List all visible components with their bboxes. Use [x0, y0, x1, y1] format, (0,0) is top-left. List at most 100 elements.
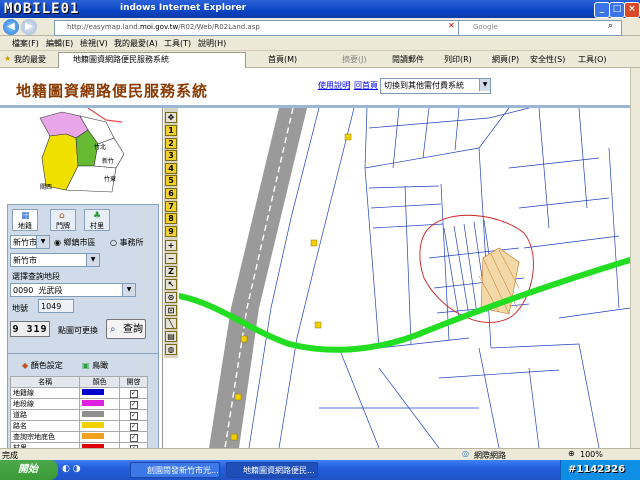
- layer-visible-checkbox[interactable]: ✓: [119, 409, 148, 421]
- layer-color-table: 名稱 顏色 開啓 地籍線✓地段線✓道路✓路名✓查詢宗地底色✓村里✓: [9, 376, 148, 449]
- search-icon: ⌕: [110, 324, 116, 335]
- map-tool-1[interactable]: 1: [165, 125, 177, 136]
- layer-row: 地段線 ✓: [9, 398, 148, 410]
- line-icon[interactable]: ╲: [165, 318, 177, 329]
- start-button[interactable]: 開始: [0, 460, 58, 480]
- home-button[interactable]: 首頁(M): [268, 54, 297, 65]
- zoom-out-icon[interactable]: −: [165, 253, 177, 264]
- address-input[interactable]: http://easymap.land.moi.gov.tw/R02/Web/R…: [54, 20, 462, 36]
- layer-visible-checkbox[interactable]: ✓: [119, 398, 148, 410]
- forward-icon[interactable]: ▶: [21, 19, 37, 35]
- close-button[interactable]: ×: [624, 2, 640, 18]
- minimap-label: 關西: [40, 184, 53, 191]
- select-icon[interactable]: ↖: [165, 279, 177, 290]
- column-header: 顏色: [79, 376, 120, 388]
- layer-row: 地籍線 ✓: [9, 387, 148, 399]
- pan-icon[interactable]: ✥: [165, 112, 177, 123]
- menu-edit[interactable]: 編輯(E): [46, 38, 73, 49]
- menu-tools[interactable]: 工具(T): [164, 38, 191, 49]
- map-tool-7[interactable]: 7: [165, 200, 177, 212]
- captcha-refresh-hint: 點圖可更換: [58, 326, 98, 335]
- feeds-button[interactable]: 摘要(J): [342, 54, 367, 65]
- taskbar-item[interactable]: 創園閱發新竹市光...: [130, 462, 220, 478]
- layer-visible-checkbox[interactable]: ✓: [119, 431, 148, 443]
- county-select[interactable]: 新竹市 ▼: [10, 235, 50, 249]
- browser-tab[interactable]: 地籍圖資網路便民服務系統: [58, 52, 246, 68]
- map-tool-9[interactable]: 9: [165, 225, 177, 237]
- overview-minimap[interactable]: 竹北 新竹 竹東 關西: [36, 107, 128, 200]
- map-tool-2[interactable]: 2: [165, 137, 177, 149]
- column-header: 名稱: [9, 376, 81, 388]
- menu-bar: 檔案(F) 編輯(E) 檢視(V) 我的最愛(A) 工具(T) 說明(H): [0, 36, 640, 51]
- page-menu-button[interactable]: 網頁(P): [492, 54, 519, 65]
- maximize-button[interactable]: □: [609, 2, 625, 18]
- zoom-box-icon[interactable]: Z: [165, 266, 177, 277]
- menu-favorites[interactable]: 我的最愛(A): [114, 38, 158, 49]
- paid-system-select[interactable]: 切換到其他需付費系統 ▼: [380, 78, 491, 94]
- layer-visible-checkbox[interactable]: ✓: [119, 387, 148, 399]
- house-icon: ⌂: [59, 211, 65, 221]
- layer-row: 路名 ✓: [9, 420, 148, 432]
- tab-cadastral[interactable]: ▦ 地籍: [12, 209, 38, 231]
- print-button[interactable]: 列印(R): [444, 54, 472, 65]
- menu-file[interactable]: 檔案(F): [12, 38, 39, 49]
- measure-icon[interactable]: ⊙: [165, 292, 177, 303]
- ruler-icon[interactable]: ⊡: [165, 305, 177, 316]
- favorites-button[interactable]: 我的最愛: [14, 54, 46, 65]
- menu-help[interactable]: 說明(H): [198, 38, 226, 49]
- captcha-image[interactable]: 9 319: [10, 321, 50, 337]
- mail-button[interactable]: 閱讀郵件: [392, 54, 424, 65]
- lot-number-input[interactable]: 1049: [38, 299, 74, 313]
- zoom-icon[interactable]: ⊕: [568, 449, 575, 458]
- tab-doorplate[interactable]: ⌂ 門牌: [50, 209, 76, 231]
- minimap-label: 新竹: [102, 158, 115, 165]
- map-toolbar: ✥ 123456789 + − Z ↖ ⊙ ⊡ ╲ ▤ ◍: [164, 108, 178, 358]
- refresh-icon[interactable]: ✕: [448, 21, 456, 33]
- cadastral-map[interactable]: [179, 108, 630, 448]
- minimap-label: 竹東: [104, 176, 117, 183]
- favorites-star-icon[interactable]: ★: [4, 54, 11, 63]
- taskbar-item-active[interactable]: 地籍圖資網路便民...: [226, 462, 318, 478]
- left-panel: 竹北 新竹 竹東 關西 ▦ 地籍 ⌂ 門牌 ♣ 村里 新竹市 ▼ ◉ 鄉鎮市區 ○…: [0, 107, 163, 450]
- map-tool-4[interactable]: 4: [165, 162, 177, 174]
- tools-menu-button[interactable]: 工具(O): [578, 54, 607, 65]
- map-tool-6[interactable]: 6: [165, 188, 177, 199]
- quick-launch-icon[interactable]: ◐ ◑: [62, 464, 81, 474]
- layer-name: 道路: [9, 409, 81, 421]
- query-button[interactable]: ⌕ 查詢: [106, 319, 146, 339]
- minimize-button[interactable]: _: [594, 2, 610, 18]
- zoom-level[interactable]: 100%: [580, 450, 603, 459]
- tab-color-settings[interactable]: ◆ 顏色設定: [22, 360, 63, 371]
- map-tool-8[interactable]: 8: [165, 213, 177, 225]
- lot-label: 地號: [12, 304, 28, 313]
- vertical-scrollbar[interactable]: [630, 68, 640, 448]
- map-tool-3[interactable]: 3: [165, 150, 177, 162]
- chevron-down-icon[interactable]: ▼: [479, 79, 490, 91]
- map-tool-5[interactable]: 5: [165, 175, 177, 187]
- aerial-icon: ▣: [82, 361, 90, 370]
- zoom-in-icon[interactable]: +: [165, 240, 177, 251]
- layer-color-swatch[interactable]: [79, 409, 120, 421]
- tab-village[interactable]: ♣ 村里: [84, 209, 110, 231]
- print-map-icon[interactable]: ▤: [165, 331, 177, 342]
- search-input[interactable]: Google: [458, 20, 622, 36]
- layer-color-swatch[interactable]: [79, 398, 120, 410]
- back-icon[interactable]: ◀: [3, 19, 19, 35]
- menu-view[interactable]: 檢視(V): [80, 38, 108, 49]
- layer-color-swatch[interactable]: [79, 420, 120, 432]
- layer-visible-checkbox[interactable]: ✓: [119, 420, 148, 432]
- globe-icon[interactable]: ◍: [165, 344, 177, 355]
- layer-color-swatch[interactable]: [79, 387, 120, 399]
- home-link[interactable]: 回首頁: [354, 80, 378, 91]
- search-icon[interactable]: ⌕: [608, 21, 613, 31]
- safety-menu-button[interactable]: 安全性(S): [530, 54, 565, 65]
- status-bar: 完成 ◎ 網際網路 ⊕ 100%: [0, 448, 640, 460]
- radio-township[interactable]: ◉ 鄉鎮市區: [54, 237, 96, 248]
- help-link[interactable]: 使用說明: [318, 80, 350, 91]
- tab-aerial[interactable]: ▣ 鳥瞰: [82, 360, 108, 371]
- section-label: 選擇查詢地段: [12, 272, 60, 281]
- radio-office[interactable]: ○ 事務所: [110, 237, 144, 248]
- section-select[interactable]: 0090 光武段 ▼: [10, 283, 136, 297]
- layer-color-swatch[interactable]: [79, 431, 120, 443]
- district-select[interactable]: 新竹市 ▼: [10, 253, 100, 267]
